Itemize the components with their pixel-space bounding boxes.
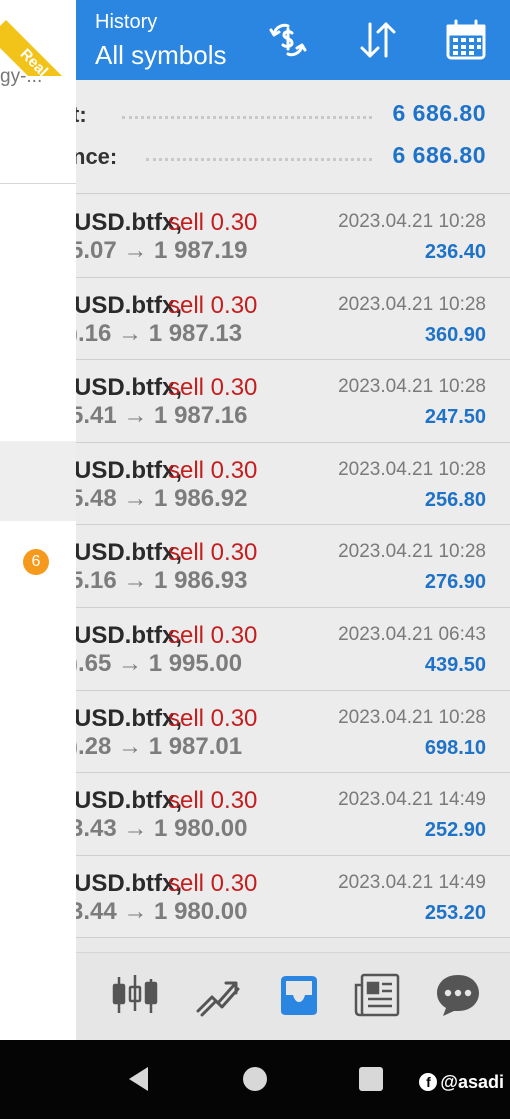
trade-row[interactable]: USD.btfx, sell 0.30 5.16 → 1 986.93 2023…: [76, 525, 510, 608]
trade-prices: 3.44 → 1 980.00: [76, 897, 248, 925]
trade-profit: 236.40: [424, 241, 486, 263]
toolbar-title: History: [95, 11, 158, 33]
trade-prices: 3.43 → 1 980.00: [76, 815, 248, 843]
trade-time: 2023.04.21 10:28: [338, 293, 486, 315]
trade-time: 2023.04.21 10:28: [338, 211, 486, 232]
trade-row[interactable]: USD.btfx, sell 0.30 ).65 → 1 995.00 2023…: [76, 607, 510, 691]
trade-row[interactable]: USD.btfx, sell 0.30 ).28 → 1 987.01 2023…: [76, 690, 510, 774]
drawer-selected-item[interactable]: [0, 441, 76, 521]
trade-profit: 252.90: [424, 819, 486, 842]
trade-time: 2023.04.21 10:28: [338, 541, 486, 563]
trade-row[interactable]: USD.btfx, sell 0.30 3.44 → 1 980.00 2023…: [76, 855, 510, 939]
trade-profit: 698.10: [424, 736, 486, 759]
history-inbox-icon[interactable]: [273, 971, 325, 1019]
trade-prices: 5.07 → 1 987.19: [76, 237, 248, 264]
trade-symbol: USD.btfx,: [76, 374, 182, 402]
summary-label: t:: [76, 102, 87, 127]
watermark-text: @asadi: [440, 1072, 504, 1092]
trade-side: sell 0.30: [168, 374, 258, 402]
trade-prices: ).16 → 1 987.13: [76, 319, 243, 347]
calendar-icon[interactable]: [444, 18, 488, 62]
trade-symbol: USD.btfx,: [76, 209, 182, 236]
trade-profit: 247.50: [424, 406, 486, 429]
trade-symbol: USD.btfx,: [76, 291, 182, 319]
trade-time: 2023.04.21 10:28: [338, 376, 486, 398]
trade-time: 2023.04.21 10:28: [338, 706, 486, 728]
trade-profit: 276.90: [424, 571, 486, 594]
trade-side: sell 0.30: [168, 787, 258, 815]
trade-prices: ).65 → 1 995.00: [76, 649, 243, 677]
watermark: f @asadi: [419, 1072, 504, 1093]
trade-side: sell 0.30: [168, 539, 258, 567]
trade-side: sell 0.30: [168, 456, 258, 484]
summary-dots: [146, 158, 372, 162]
trade-time: 2023.04.21 10:28: [338, 458, 486, 480]
trade-side: sell 0.30: [168, 621, 258, 649]
trade-list: USD.btfx, sell 0.30 5.07 → 1 987.19 2023…: [76, 195, 510, 939]
trade-symbol: USD.btfx,: [76, 456, 182, 484]
summary-label: nce:: [76, 144, 118, 169]
trade-side: sell 0.30: [168, 291, 258, 319]
trade-side: sell 0.30: [168, 209, 258, 236]
quotes-icon[interactable]: [109, 971, 161, 1019]
summary-value: 6 686.80: [392, 142, 486, 168]
recents-icon[interactable]: [356, 1064, 386, 1094]
bottom-navigation: [76, 952, 510, 1040]
currency-exchange-icon[interactable]: [266, 18, 310, 62]
trade-profit: 360.90: [424, 323, 486, 346]
trade-time: 2023.04.21 06:43: [338, 623, 486, 645]
trade-prices: 5.16 → 1 986.93: [76, 567, 248, 595]
trade-profit: 256.80: [424, 488, 486, 511]
summary-row-deposit: t: 6 686.80: [76, 96, 510, 136]
trade-row[interactable]: USD.btfx, sell 0.30 5.07 → 1 987.19 2023…: [76, 195, 510, 278]
account-type-ribbon: Real: [0, 0, 76, 76]
sort-icon[interactable]: [356, 18, 400, 62]
back-icon[interactable]: [124, 1064, 154, 1094]
trade-row[interactable]: USD.btfx, sell 0.30 5.41 → 1 987.16 2023…: [76, 360, 510, 443]
drawer-divider: [0, 183, 76, 184]
trade-side: sell 0.30: [168, 704, 258, 732]
trade-side: sell 0.30: [168, 869, 258, 897]
home-icon[interactable]: [240, 1064, 270, 1094]
chart-icon[interactable]: [192, 971, 244, 1019]
facebook-icon: f: [419, 1073, 438, 1091]
trade-symbol: USD.btfx,: [76, 621, 182, 649]
side-drawer: Real gy-... 6: [0, 0, 76, 1040]
trade-time: 2023.04.21 14:49: [338, 871, 486, 893]
trade-symbol: USD.btfx,: [76, 704, 182, 732]
trade-prices: 5.41 → 1 987.16: [76, 402, 248, 430]
trade-symbol: USD.btfx,: [76, 539, 182, 567]
chat-icon[interactable]: [432, 971, 484, 1019]
account-strategy-text[interactable]: gy-...: [0, 66, 42, 88]
summary-dots: [122, 116, 372, 120]
news-icon[interactable]: [352, 971, 404, 1019]
trade-symbol: USD.btfx,: [76, 869, 182, 897]
trade-row[interactable]: USD.btfx, sell 0.30 ).16 → 1 987.13 2023…: [76, 277, 510, 361]
history-panel: History All symbols: 6 686.80 nce: 6 68…: [76, 0, 510, 1040]
trade-row[interactable]: USD.btfx, sell 0.30 5.48 → 1 986.92 2023…: [76, 442, 510, 526]
trade-row[interactable]: USD.btfx, sell 0.30 3.43 → 1 980.00 2023…: [76, 773, 510, 856]
trade-prices: ).28 → 1 987.01: [76, 732, 243, 760]
summary-row-balance: nce: 6 686.80: [76, 138, 510, 178]
app-screen: Real gy-... 6 History All symbols: 6 68…: [0, 0, 510, 1119]
trade-profit: 439.50: [424, 653, 486, 676]
symbol-filter[interactable]: All symbols: [95, 40, 226, 71]
trade-profit: 253.20: [424, 901, 486, 924]
summary-value: 6 686.80: [392, 100, 486, 126]
toolbar: History All symbols: [76, 0, 510, 80]
trade-symbol: USD.btfx,: [76, 787, 182, 815]
notification-badge: 6: [23, 549, 49, 575]
trade-prices: 5.48 → 1 986.92: [76, 484, 248, 512]
account-summary: t: 6 686.80 nce: 6 686.80: [76, 80, 510, 194]
trade-time: 2023.04.21 14:49: [338, 789, 486, 811]
